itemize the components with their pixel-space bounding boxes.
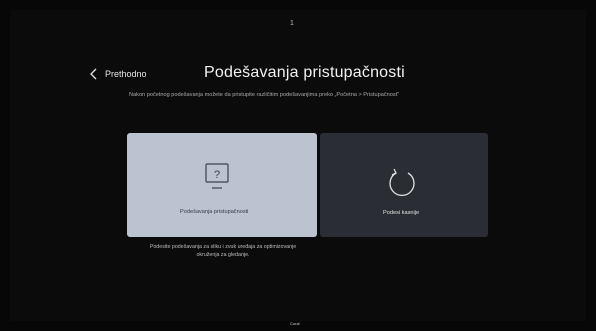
back-button[interactable]: Prethodno bbox=[105, 69, 147, 79]
set-later-label: Podesi kasnije bbox=[383, 210, 420, 216]
accessibility-settings-label: Podešavanja pristupačnosti bbox=[180, 209, 249, 215]
accessibility-description: Podesite podešavanja za sliku i zvuk ure… bbox=[149, 244, 297, 258]
page-subtitle: Nakon početnog podešavanja možete da pri… bbox=[129, 92, 400, 98]
chevron-left-icon[interactable] bbox=[90, 68, 97, 80]
brand-logo: Coral bbox=[290, 321, 300, 326]
refresh-icon bbox=[389, 168, 415, 197]
monitor-question-icon: ? bbox=[205, 163, 229, 189]
page-title: Podešavanja pristupačnosti bbox=[204, 64, 405, 81]
svg-text:?: ? bbox=[214, 169, 220, 181]
top-indicator: 1 bbox=[290, 20, 294, 27]
